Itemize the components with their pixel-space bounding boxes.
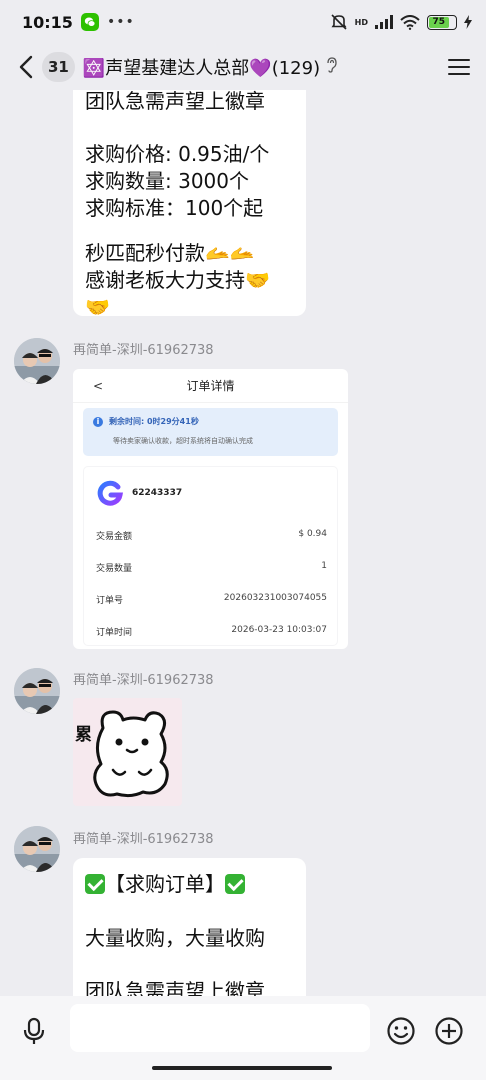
message-list[interactable]: 团队急需声望上徽章 求购价格: 0.95油/个 求购数量: 3000个 求购标准… bbox=[0, 90, 486, 996]
g-logo-icon bbox=[96, 479, 124, 507]
seller-id: 62243337 bbox=[132, 488, 183, 498]
avatar[interactable] bbox=[14, 338, 60, 384]
hd-label: HD bbox=[354, 17, 368, 27]
status-time: 10:15 bbox=[22, 12, 73, 32]
order-row-label: 交易数量 bbox=[96, 564, 133, 574]
order-row-label: 订单号 bbox=[96, 596, 124, 606]
message-line: 大量收购，大量收购 bbox=[85, 926, 265, 950]
message-line: 感谢老板大力支持🤝🤝 bbox=[85, 268, 270, 319]
message-line: 求购价格: 0.95油/个 bbox=[85, 142, 270, 166]
order-back-icon: < bbox=[93, 378, 104, 393]
order-row-quantity: 交易数量 1 bbox=[96, 561, 327, 574]
signal-icon bbox=[375, 15, 393, 29]
order-row-value: 202603231003074055 bbox=[223, 593, 327, 603]
chat-header: 31 🔯声望基建达人总部💜(129) bbox=[0, 44, 486, 90]
more-menu-icon[interactable] bbox=[444, 52, 474, 82]
message-line: 求购数量: 3000个 bbox=[85, 169, 249, 193]
remaining-hint: 等待卖家确认收款，超时系统将自动确认完成 bbox=[113, 437, 253, 445]
order-remaining-notice: i 剩余时间: 0时29分41秒 等待卖家确认收款，超时系统将自动确认完成 bbox=[83, 408, 338, 456]
message-input[interactable] bbox=[70, 1004, 370, 1052]
order-info-panel: 62243337 交易金额 $ 0.94 交易数量 1 订单号 20260323… bbox=[83, 466, 338, 646]
check-mark-icon bbox=[85, 874, 105, 894]
message-bubble[interactable]: 团队急需声望上徽章 求购价格: 0.95油/个 求购数量: 3000个 求购标准… bbox=[73, 90, 306, 319]
bear-sticker-icon bbox=[93, 710, 169, 798]
battery-icon: 75 bbox=[427, 14, 457, 30]
order-row-label: 订单时间 bbox=[96, 628, 133, 638]
wechat-notification-icon bbox=[80, 13, 99, 31]
sender-name: 再简单-深圳-61962738 bbox=[73, 343, 214, 358]
order-row-value: 1 bbox=[321, 561, 327, 571]
more-notifications-icon: ••• bbox=[106, 14, 135, 30]
voice-input-icon[interactable] bbox=[19, 1016, 49, 1046]
message-line: 秒匹配秒付款🫴🫴 bbox=[85, 241, 255, 265]
bear-sticker[interactable]: 累 bbox=[73, 698, 182, 806]
message-text-partial: 团队急需声望上徽章 bbox=[85, 90, 265, 113]
check-mark-icon bbox=[225, 874, 245, 894]
avatar[interactable] bbox=[14, 826, 60, 872]
back-icon[interactable] bbox=[14, 52, 38, 82]
mute-icon bbox=[331, 14, 347, 30]
more-options-icon[interactable] bbox=[434, 1016, 464, 1046]
order-row-number: 订单号 202603231003074055 bbox=[96, 593, 327, 606]
unread-count-badge[interactable]: 31 bbox=[42, 52, 75, 82]
status-bar: 10:15 ••• HD 75 bbox=[0, 0, 486, 44]
message-line: 求购标准：100个起 bbox=[85, 196, 264, 220]
message-heading-text: 【求购订单】 bbox=[105, 872, 225, 896]
message-text-partial: 团队急需声望上徽章 bbox=[85, 979, 265, 996]
message-heading: 【求购订单】 bbox=[73, 871, 257, 898]
order-row-label: 交易金额 bbox=[96, 532, 133, 542]
order-row-value: 2026-03-23 10:03:07 bbox=[231, 625, 327, 635]
avatar[interactable] bbox=[14, 668, 60, 714]
wifi-icon bbox=[400, 14, 420, 30]
message-bubble[interactable]: 【求购订单】 大量收购，大量收购 团队急需声望上徽章 bbox=[73, 858, 306, 996]
sender-name: 再简单-深圳-61962738 bbox=[73, 832, 214, 847]
sender-name: 再简单-深圳-61962738 bbox=[73, 673, 214, 688]
order-row-time: 订单时间 2026-03-23 10:03:07 bbox=[96, 625, 327, 638]
charging-icon bbox=[464, 15, 472, 29]
order-row-amount: 交易金额 $ 0.94 bbox=[96, 529, 327, 542]
order-detail-image[interactable]: < 订单详情 i 剩余时间: 0时29分41秒 等待卖家确认收款，超时系统将自动… bbox=[73, 369, 348, 649]
info-icon: i bbox=[93, 416, 103, 427]
order-detail-header: < 订单详情 bbox=[73, 369, 348, 403]
order-row-value: $ 0.94 bbox=[298, 529, 327, 539]
battery-level: 75 bbox=[429, 16, 449, 28]
remaining-time: 剩余时间: 0时29分41秒 bbox=[109, 417, 199, 426]
chat-title[interactable]: 🔯声望基建达人总部💜(129) bbox=[83, 54, 320, 80]
earpiece-mode-icon bbox=[326, 57, 338, 77]
emoji-icon[interactable] bbox=[386, 1016, 416, 1046]
home-indicator[interactable] bbox=[152, 1066, 332, 1070]
input-bar bbox=[0, 996, 486, 1080]
order-detail-title: 订单详情 bbox=[186, 379, 235, 393]
